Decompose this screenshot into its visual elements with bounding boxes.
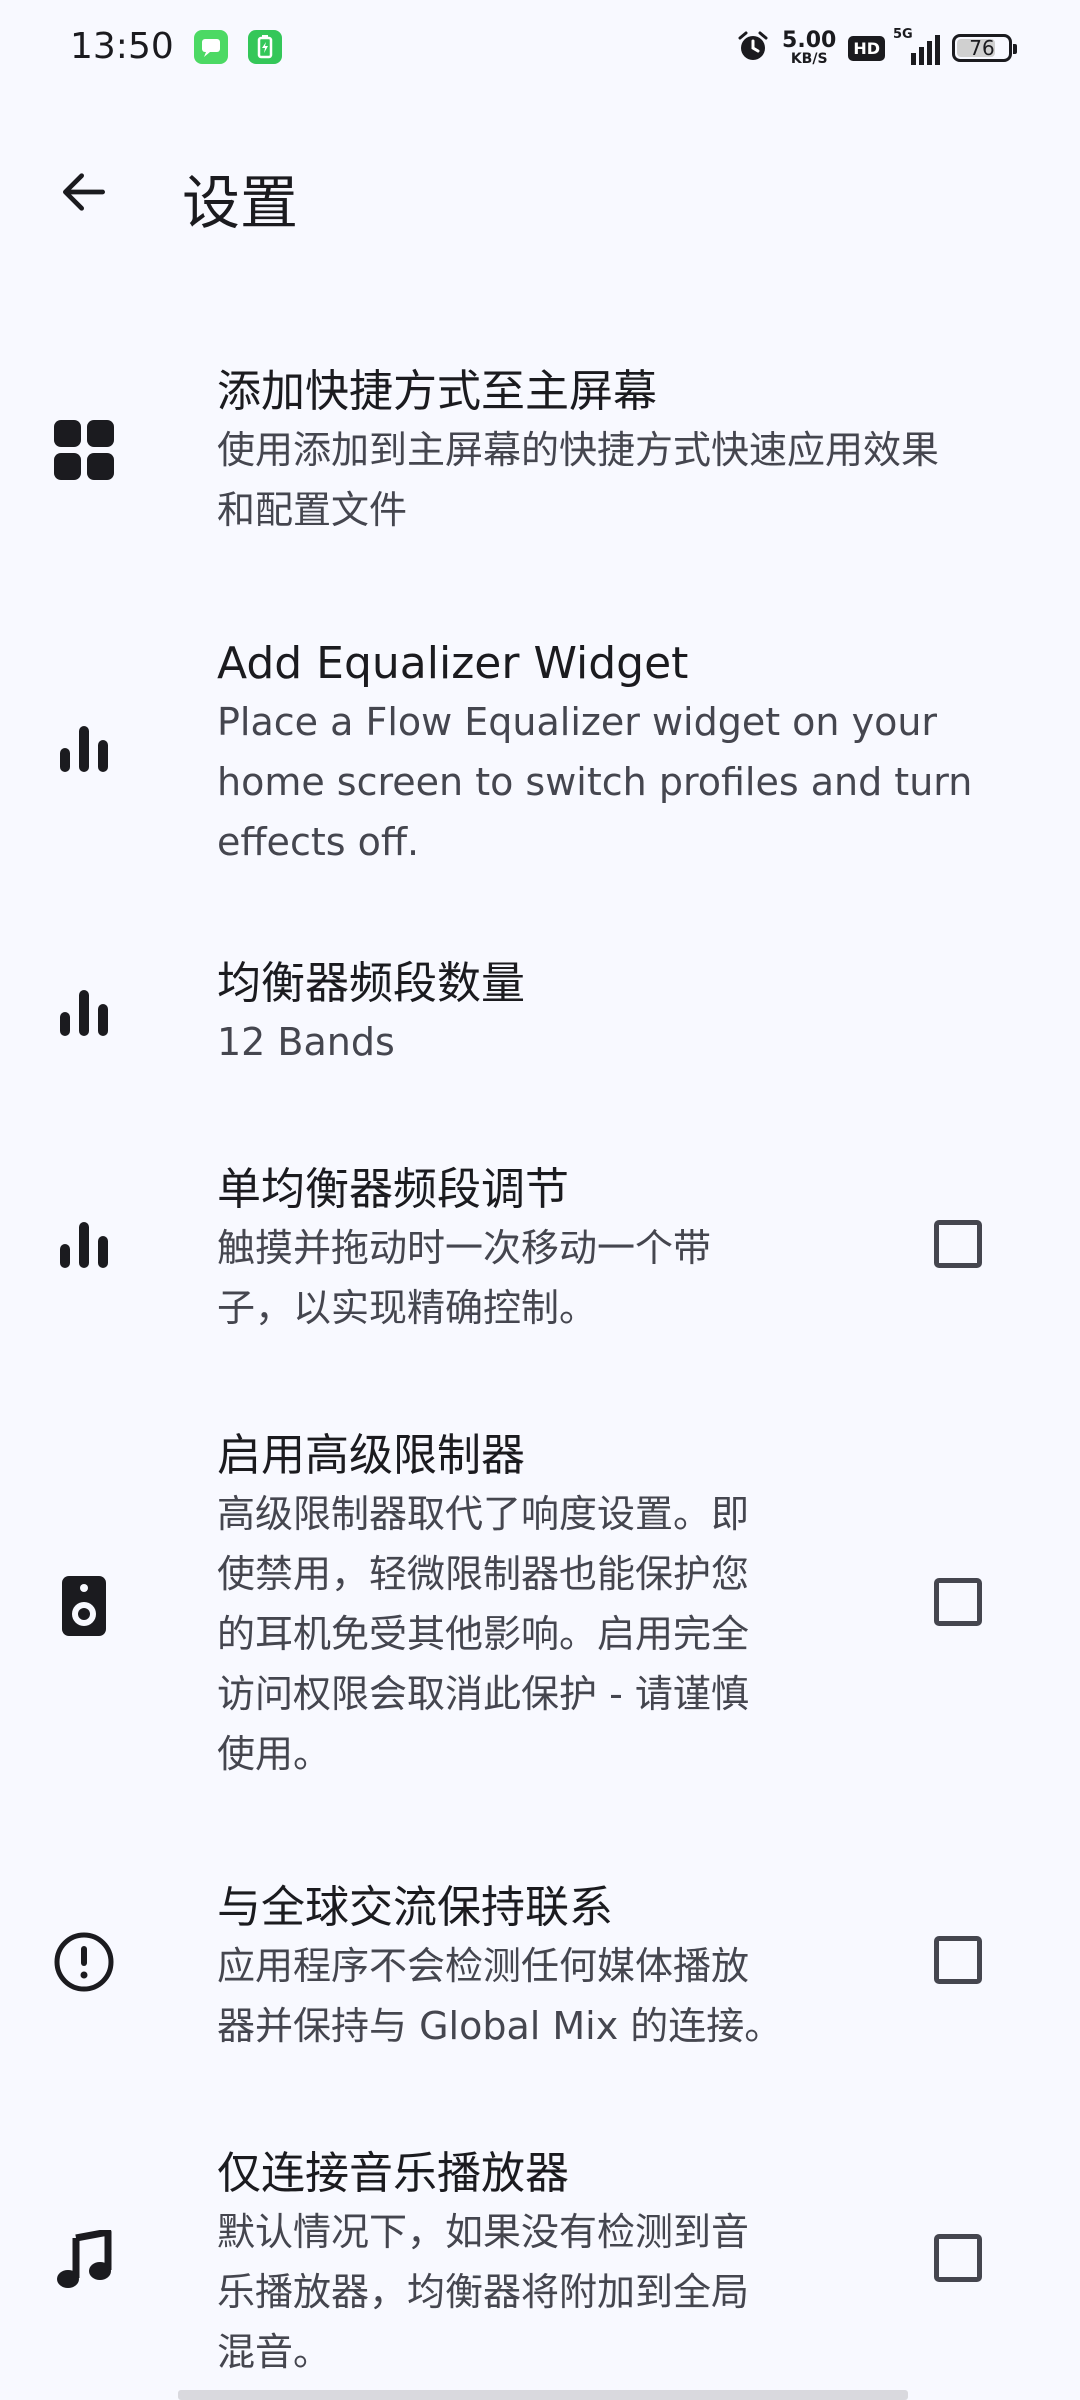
hd-badge: HD xyxy=(848,35,885,61)
advanced-limiter-checkbox[interactable] xyxy=(934,1578,982,1626)
alert-circle-icon xyxy=(50,1928,118,1996)
setting-band-count[interactable]: 均衡器频段数量 12 Bands xyxy=(0,952,1080,1072)
setting-title: 仅连接音乐播放器 xyxy=(217,2148,569,2199)
equalizer-icon xyxy=(50,978,118,1046)
setting-text: 单均衡器频段调节 触摸并拖动时一次移动一个带 子，以实现精确控制。 xyxy=(217,1162,711,1338)
setting-text: 启用高级限制器 高级限制器取代了响度设置。即 使禁用，轻微限制器也能保护您 的耳… xyxy=(217,1428,749,1784)
alarm-icon xyxy=(736,29,770,67)
setting-text: 仅连接音乐播放器 默认情况下，如果没有检测到音 乐播放器，均衡器将附加到全局 混… xyxy=(217,2146,749,2382)
status-bar: 13:50 5.00 KB/S HD 5G 76 xyxy=(0,0,1080,96)
setting-subtitle: 使用添加到主屏幕的快捷方式快速应用效果 和配置文件 xyxy=(217,420,939,540)
setting-subtitle: 应用程序不会检测任何媒体播放 器并保持与 Global Mix 的连接。 xyxy=(217,1936,782,2056)
setting-add-widget[interactable]: Add Equalizer Widget Place a Flow Equali… xyxy=(0,632,1080,864)
setting-title: 添加快捷方式至主屏幕 xyxy=(217,366,657,417)
setting-title: 均衡器频段数量 xyxy=(217,958,525,1009)
status-time: 13:50 xyxy=(70,26,174,67)
setting-advanced-limiter[interactable]: 启用高级限制器 高级限制器取代了响度设置。即 使禁用，轻微限制器也能保护您 的耳… xyxy=(0,1424,1080,1784)
setting-title: Add Equalizer Widget xyxy=(217,638,689,689)
setting-subtitle: Place a Flow Equalizer widget on your ho… xyxy=(217,692,972,872)
subtitle-line: home screen to switch profiles and turn xyxy=(217,760,973,804)
setting-single-band[interactable]: 单均衡器频段调节 触摸并拖动时一次移动一个带 子，以实现精确控制。 xyxy=(0,1158,1080,1338)
global-mix-checkbox[interactable] xyxy=(934,1936,982,1984)
subtitle-line: effects off. xyxy=(217,820,420,864)
subtitle-line: 访问权限会取消此保护 - 请谨慎 xyxy=(217,1672,749,1716)
subtitle-line: 使用添加到主屏幕的快捷方式快速应用效果 xyxy=(217,428,940,472)
single-band-checkbox[interactable] xyxy=(934,1220,982,1268)
setting-title: 启用高级限制器 xyxy=(217,1430,525,1481)
app-bar: 设置 xyxy=(0,110,1080,280)
setting-music-only[interactable]: 仅连接音乐播放器 默认情况下，如果没有检测到音 乐播放器，均衡器将附加到全局 混… xyxy=(0,2142,1080,2382)
battery-app-notification-icon xyxy=(248,30,282,64)
setting-text: 添加快捷方式至主屏幕 使用添加到主屏幕的快捷方式快速应用效果 和配置文件 xyxy=(217,364,939,540)
setting-title: 与全球交流保持联系 xyxy=(217,1882,613,1933)
subtitle-line: 子，以实现精确控制。 xyxy=(217,1286,598,1330)
speaker-icon xyxy=(50,1572,118,1640)
status-icons: 5.00 KB/S HD 5G 76 xyxy=(736,24,1017,72)
subtitle-line: 和配置文件 xyxy=(217,488,408,532)
setting-text: Add Equalizer Widget Place a Flow Equali… xyxy=(217,636,972,872)
subtitle-line: 默认情况下，如果没有检测到音 xyxy=(217,2210,750,2254)
setting-global-mix[interactable]: 与全球交流保持联系 应用程序不会检测任何媒体播放 器并保持与 Global Mi… xyxy=(0,1876,1080,2056)
back-button[interactable] xyxy=(42,150,126,234)
subtitle-line: 使禁用，轻微限制器也能保护您 xyxy=(217,1552,750,1596)
setting-subtitle: 高级限制器取代了响度设置。即 使禁用，轻微限制器也能保护您 的耳机免受其他影响。… xyxy=(217,1484,749,1784)
subtitle-line: 高级限制器取代了响度设置。即 xyxy=(217,1492,750,1536)
subtitle-line: 使用。 xyxy=(217,1732,332,1776)
subtitle-line: 应用程序不会检测任何媒体播放 xyxy=(217,1944,750,1988)
battery-level: 76 xyxy=(969,36,995,60)
arrow-left-icon xyxy=(62,173,105,211)
setting-text: 与全球交流保持联系 应用程序不会检测任何媒体播放 器并保持与 Global Mi… xyxy=(217,1880,782,2056)
music-only-checkbox[interactable] xyxy=(934,2234,982,2282)
network-type-label: 5G xyxy=(893,27,913,42)
subtitle-line: 混音。 xyxy=(217,2330,332,2374)
setting-subtitle: 触摸并拖动时一次移动一个带 子，以实现精确控制。 xyxy=(217,1218,711,1338)
network-speed: 5.00 KB/S xyxy=(782,28,837,67)
subtitle-line: 乐播放器，均衡器将附加到全局 xyxy=(217,2270,750,2314)
setting-subtitle: 12 Bands xyxy=(217,1012,525,1072)
subtitle-line: 触摸并拖动时一次移动一个带 xyxy=(217,1226,712,1270)
grid-icon xyxy=(50,416,118,484)
subtitle-line: 12 Bands xyxy=(217,1020,395,1064)
bottom-scroll-indicator xyxy=(178,2390,908,2400)
signal-icon: 5G xyxy=(893,27,940,65)
battery-indicator: 76 xyxy=(952,34,1017,62)
message-notification-icon xyxy=(194,30,228,64)
subtitle-line: 的耳机免受其他影响。启用完全 xyxy=(217,1612,750,1656)
page-title: 设置 xyxy=(182,169,299,237)
equalizer-icon xyxy=(50,1210,118,1278)
setting-subtitle: 默认情况下，如果没有检测到音 乐播放器，均衡器将附加到全局 混音。 xyxy=(217,2202,749,2382)
equalizer-icon xyxy=(50,714,118,782)
setting-title: 单均衡器频段调节 xyxy=(217,1164,569,1215)
music-note-icon xyxy=(50,2226,118,2294)
setting-add-shortcut[interactable]: 添加快捷方式至主屏幕 使用添加到主屏幕的快捷方式快速应用效果 和配置文件 xyxy=(0,360,1080,550)
setting-text: 均衡器频段数量 12 Bands xyxy=(217,956,525,1072)
subtitle-line: 器并保持与 Global Mix 的连接。 xyxy=(217,2004,783,2048)
subtitle-line: Place a Flow Equalizer widget on your xyxy=(217,700,938,744)
